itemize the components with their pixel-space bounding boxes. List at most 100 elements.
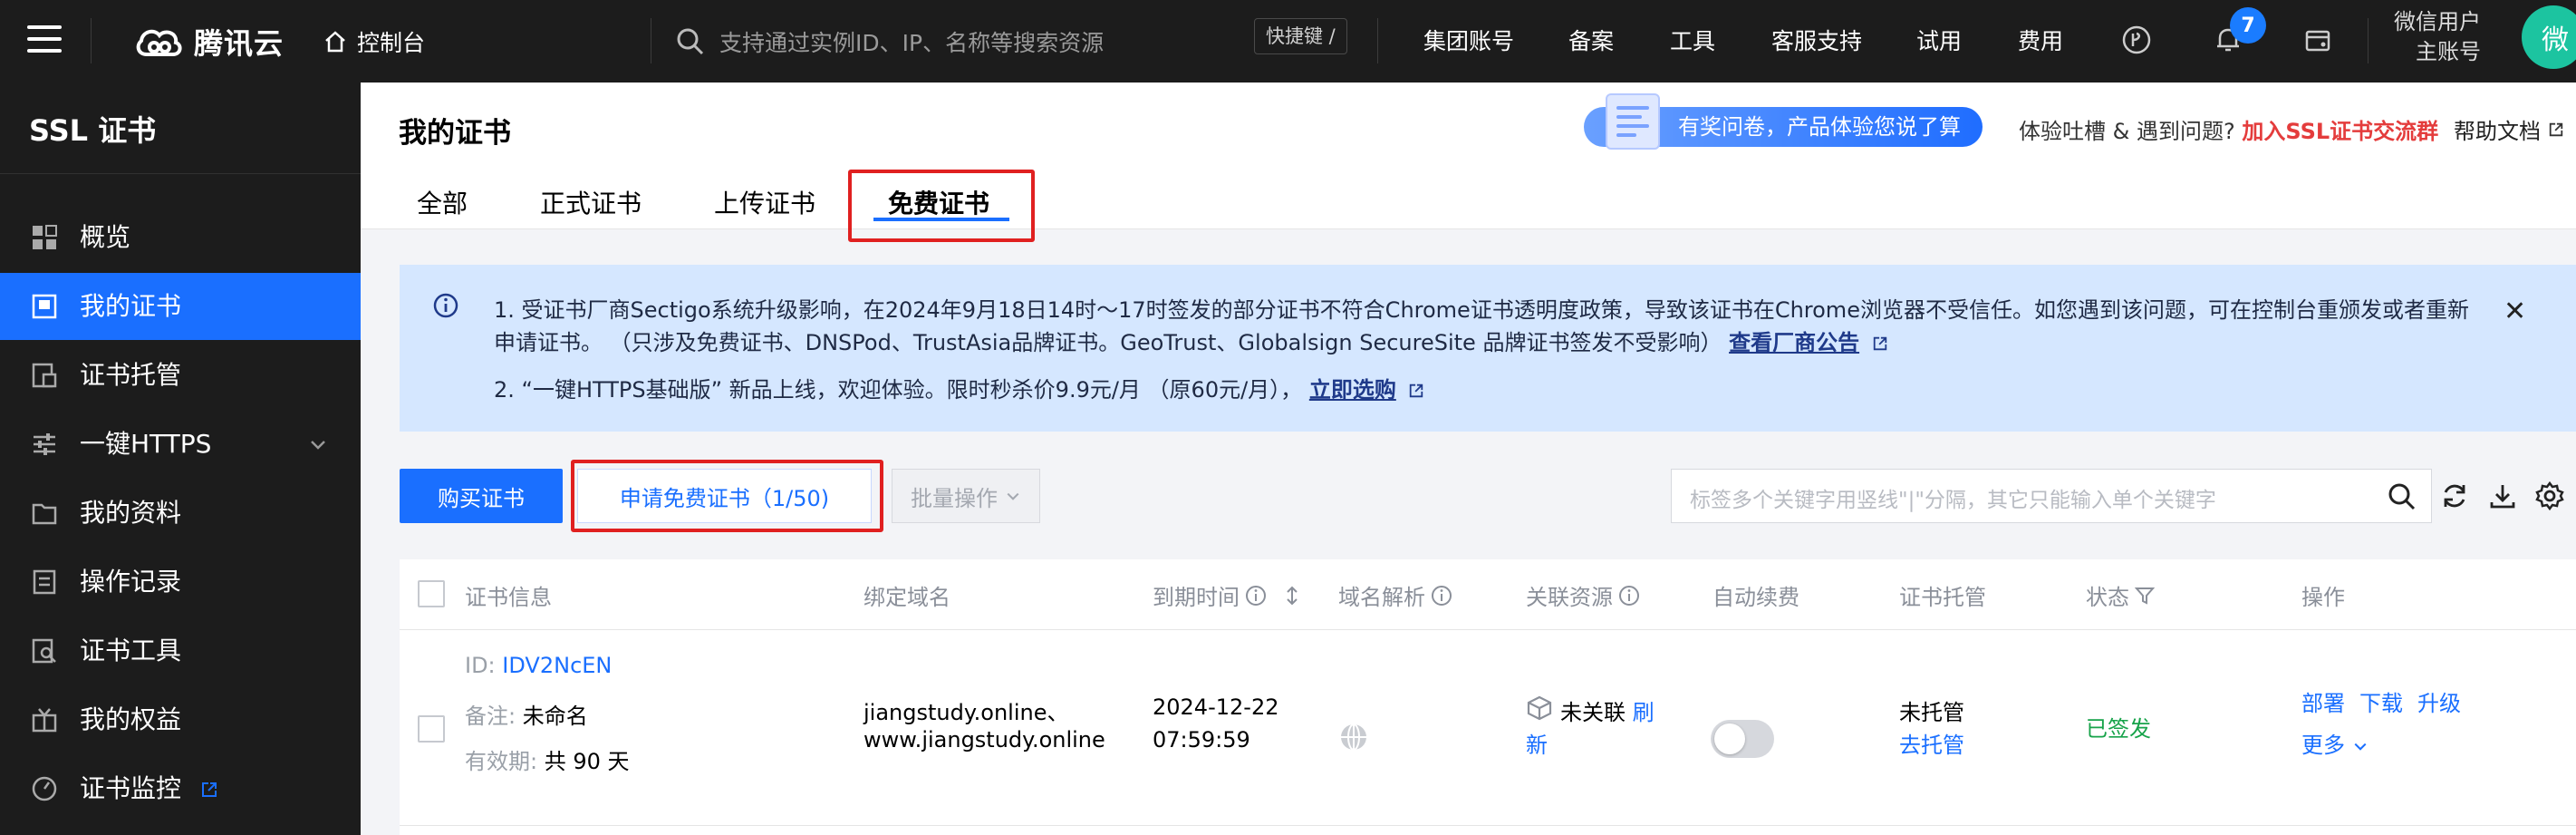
buy-now-link[interactable]: 立即选购 [1309,377,1396,403]
row-checkbox[interactable] [418,715,445,743]
home-icon [325,31,345,53]
deploy-link[interactable]: 部署 [2301,685,2345,717]
nav-group-account[interactable]: 集团账号 [1423,16,1514,67]
notice-line-3: 2. “一键HTTPS基础版” 新品上线，欢迎体验。限时秒杀价9.9元/月 （原… [494,372,1424,403]
help-docs-link[interactable]: 帮助文档 [2454,113,2564,145]
cert-id-link[interactable]: IDV2NcEN [502,653,612,678]
avatar[interactable]: 微 [2522,5,2576,69]
cert-remark: 备注: 未命名 [465,698,588,730]
table-header: 证书信息 绑定域名 到期时间 域名解析 关联资源 自动续费 证书托管 状态 操作 [400,559,2576,630]
console-link[interactable]: 控制台 [323,16,425,67]
status-badge: 已签发 [2086,716,2151,742]
refresh-link[interactable]: 刷 [1633,700,1655,725]
resource-status: 未关联 刷 [1560,694,1655,726]
chevron-down-icon [311,441,325,450]
notice-line-2: 申请证书。 （只涉及免费证书、DNSPod、TrustAsia品牌证书。GeoT… [494,325,1888,356]
auto-renew-toggle[interactable] [1711,720,1774,758]
close-icon[interactable]: ✕ [2504,296,2526,327]
cert-id: ID: IDV2NcEN [465,653,612,678]
sidebar-item-label: 我的权益 [80,704,182,734]
batch-operation-label: 批量操作 [911,485,998,511]
hosting-status: 未托管 [1899,700,1964,725]
chevron-down-icon [1007,492,1019,500]
more-actions[interactable]: 更多 [2301,727,2369,759]
monitor-icon [32,776,57,801]
sidebar-item-cert-tools[interactable]: 证书工具 [0,617,361,685]
cert-validity: 有效期: 共 90 天 [465,743,630,775]
filter-icon[interactable] [2135,586,2155,606]
sidebar-item-cert-monitor[interactable]: 证书监控 [0,755,361,822]
sidebar-item-one-click-https[interactable]: 一键HTTPS [0,411,361,478]
menu-icon[interactable] [27,22,63,58]
cert-remark-value: 未命名 [522,704,588,729]
coin-icon[interactable] [2117,20,2156,60]
info-icon [433,293,458,318]
top-navigation-bar: 腾讯云 控制台 支持通过实例ID、IP、名称等搜索资源 快捷键 / 集团账号 备… [0,0,2576,83]
header-label: 状态 [2086,585,2129,610]
select-all-checkbox[interactable] [418,580,445,607]
sidebar-item-my-materials[interactable]: 我的资料 [0,480,361,547]
go-hosting-link[interactable]: 去托管 [1899,727,1964,759]
main-header: 我的证书 有奖问卷，产品体验您说了算 体验吐槽 & 遇到问题? 加入SSL证书交… [361,83,2576,229]
nav-tools[interactable]: 工具 [1670,16,1715,67]
grid-icon [33,225,57,249]
header-expire-time[interactable]: 到期时间 [1153,579,1303,611]
chevron-down-icon [2354,743,2367,751]
global-search[interactable]: 支持通过实例ID、IP、名称等搜索资源 [676,16,1104,67]
sidebar-item-operation-log[interactable]: 操作记录 [0,549,361,616]
table-row: ID: IDV2NcEN 备注: 未命名 有效期: 共 90 天 jiangst… [400,631,2576,826]
sort-icon[interactable] [1281,585,1303,607]
sidebar-item-label: 证书监控 [80,755,218,822]
join-group-link[interactable]: 加入SSL证书交流群 [2242,119,2438,144]
hosting-icon [32,363,57,388]
certificate-search-input[interactable]: 标签多个关键字用竖线"|"分隔，其它只能输入单个关键字 [1671,469,2432,523]
external-link-icon [1410,384,1423,398]
header-actions: 操作 [2301,585,2345,610]
settings-gear-icon[interactable] [2534,481,2565,511]
feedback-text: 体验吐槽 & 遇到问题? 加入SSL证书交流群 [2019,113,2438,145]
page-title: 我的证书 [399,117,511,150]
tab-uploaded-certificates[interactable]: 上传证书 [714,184,815,220]
sidebar-item-my-certificates[interactable]: 我的证书 [0,273,361,340]
cart-icon[interactable] [2298,20,2338,60]
tab-formal-certificates[interactable]: 正式证书 [540,184,642,220]
download-link[interactable]: 下载 [2359,685,2403,717]
nav-support[interactable]: 客服支持 [1771,16,1862,67]
notice-line-1: 1. 受证书厂商Sectigo系统升级影响，在2024年9月18日14时～17时… [494,297,2469,323]
more-label: 更多 [2301,733,2345,758]
certificate-table: 证书信息 绑定域名 到期时间 域名解析 关联资源 自动续费 证书托管 状态 操作… [400,559,2576,835]
search-icon[interactable] [2388,482,2417,511]
shortcut-badge[interactable]: 快捷键 / [1254,18,1347,54]
refresh-icon[interactable] [2439,481,2470,511]
tencent-cloud-logo[interactable]: 腾讯云 [134,16,284,67]
survey-document-icon [1606,93,1660,150]
sidebar-item-label: 操作记录 [80,567,182,597]
highlight-box-apply-button [571,460,883,532]
info-icon [1619,585,1639,606]
sidebar: SSL 证书 概览 我的证书 证书托管 一键HTTPS 我的资料 操作记录 证书… [0,83,361,835]
nav-billing[interactable]: 费用 [2018,16,2063,67]
gift-icon [32,708,57,733]
refresh-link-continued[interactable]: 新 [1526,727,1548,759]
buy-certificate-button[interactable]: 购买证书 [400,469,563,523]
upgrade-link[interactable]: 升级 [2417,685,2461,717]
divider [0,173,361,174]
info-icon [1246,585,1266,606]
download-icon[interactable] [2487,481,2518,511]
document-icon [33,569,56,595]
nav-icp-filing[interactable]: 备案 [1568,16,1614,67]
batch-operation-button[interactable]: 批量操作 [892,469,1040,523]
sidebar-item-cert-hosting[interactable]: 证书托管 [0,342,361,409]
user-info[interactable]: 微信用户 主账号 [2374,7,2481,67]
expire-time: 07:59:59 [1153,727,1250,752]
header-status[interactable]: 状态 [2086,579,2155,611]
tab-all[interactable]: 全部 [417,184,468,220]
vendor-announcement-link[interactable]: 查看厂商公告 [1729,330,1859,355]
bound-domain-2: www.jiangstudy.online [863,727,1105,752]
cert-id-label: ID: [465,653,496,678]
sidebar-item-overview[interactable]: 概览 [0,204,361,271]
sidebar-item-my-benefits[interactable]: 我的权益 [0,686,361,753]
sidebar-item-label-text: 证书监控 [80,773,182,803]
nav-trial[interactable]: 试用 [1916,16,1962,67]
info-icon [1432,585,1452,606]
